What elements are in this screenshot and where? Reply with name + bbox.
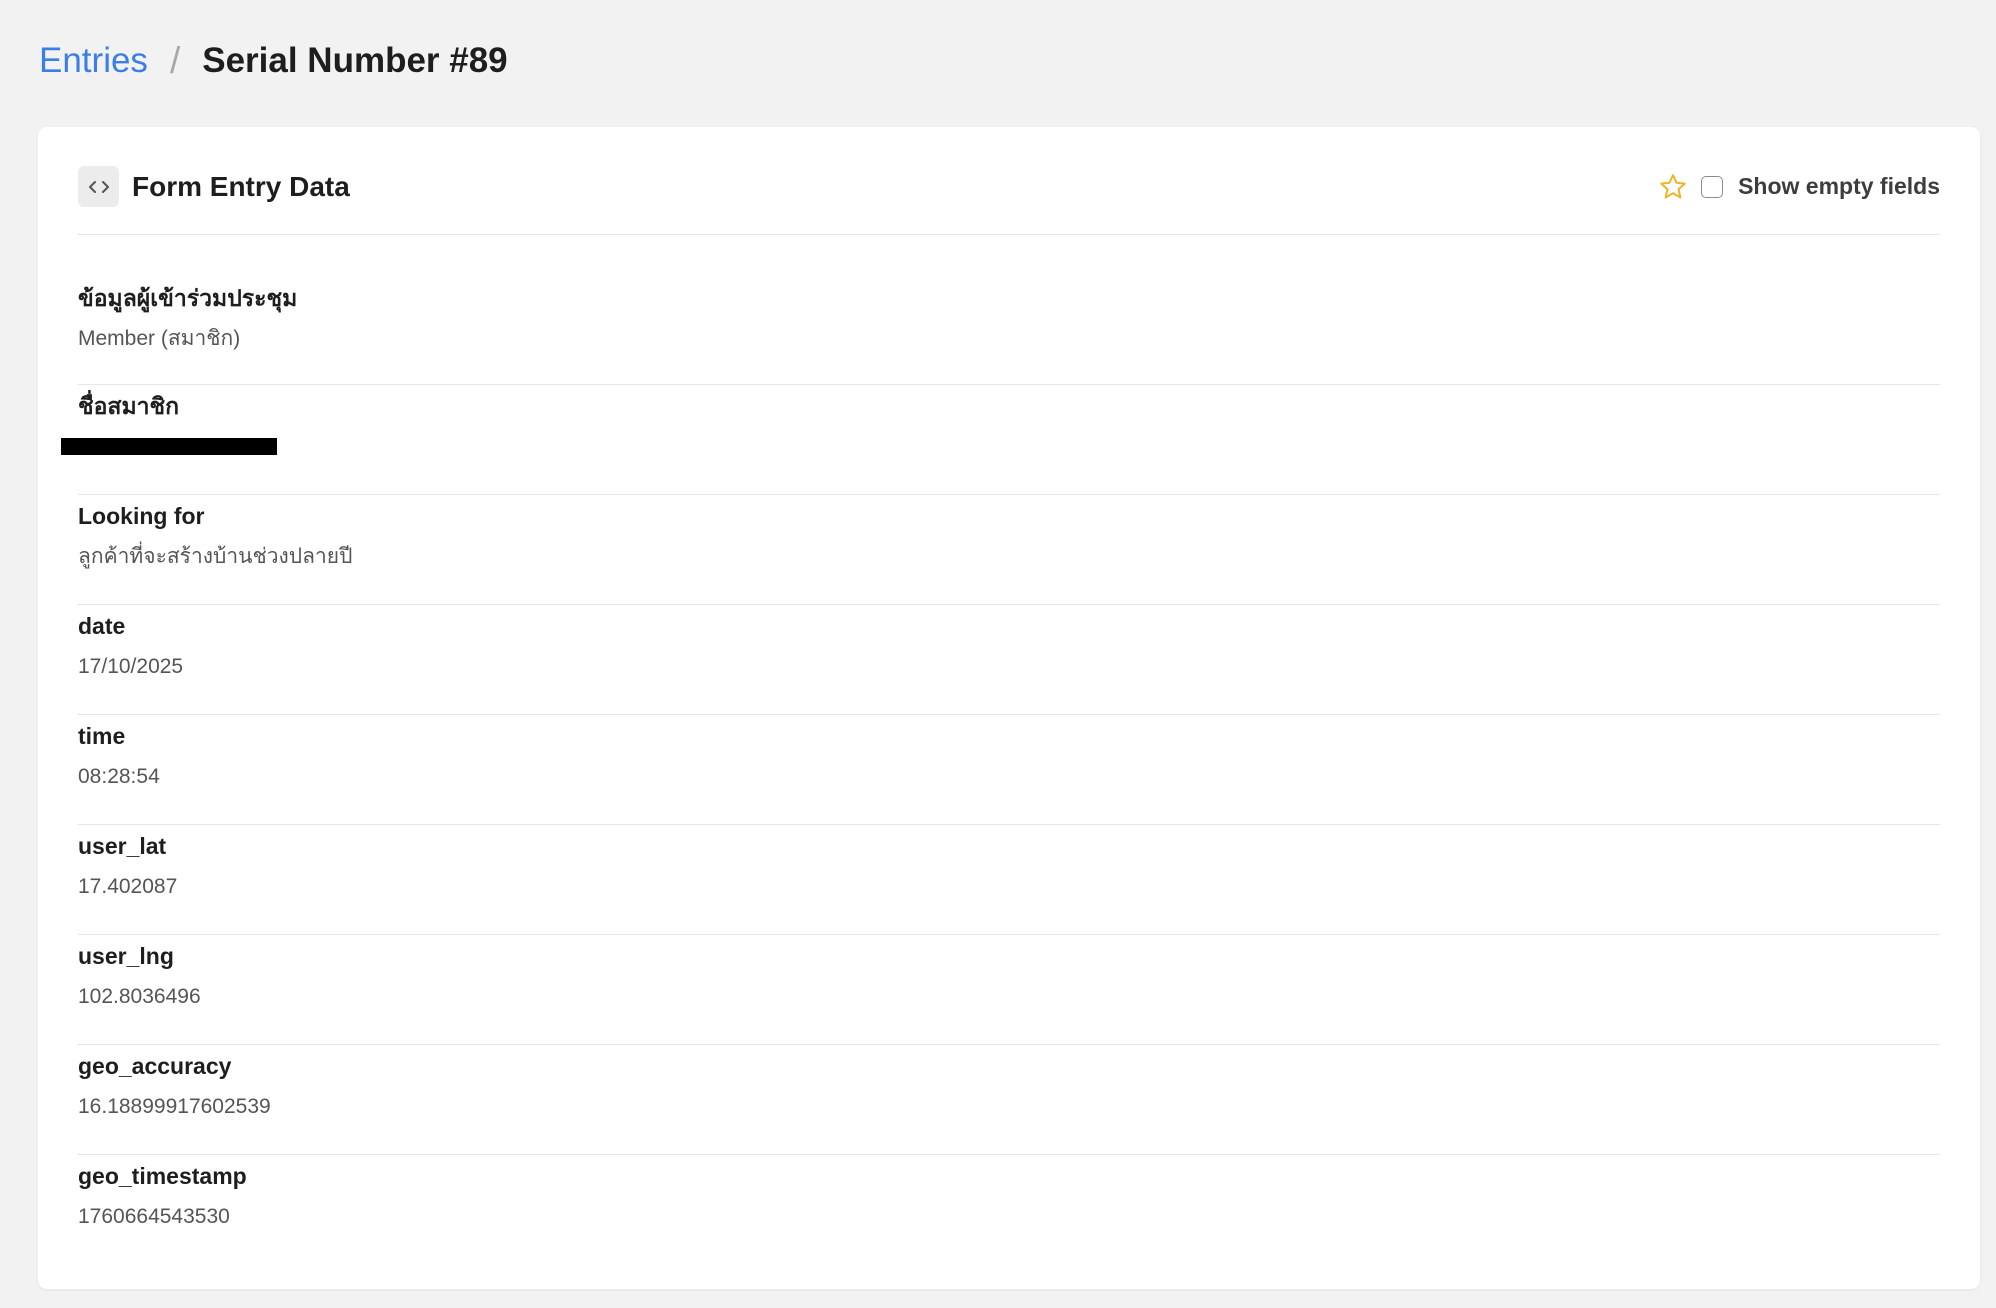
field-label: geo_accuracy	[78, 1053, 232, 1079]
field-row: ข้อมูลผู้เข้าร่วมประชุม Member (สมาชิก)	[78, 277, 1940, 385]
breadcrumb: Entries / Serial Number #89	[39, 38, 508, 84]
field-label: user_lng	[78, 943, 174, 969]
field-row: geo_timestamp 1760664543530	[78, 1155, 1940, 1265]
field-row: geo_accuracy 16.18899917602539	[78, 1045, 1940, 1155]
field-label: date	[78, 613, 126, 639]
field-label: geo_timestamp	[78, 1163, 247, 1189]
field-value: 16.18899917602539	[78, 1095, 271, 1118]
field-row: Looking for ลูกค้าที่จะสร้างบ้านช่วงปลาย…	[78, 495, 1940, 605]
field-value: 08:28:54	[78, 765, 160, 788]
field-value: 102.8036496	[78, 985, 201, 1008]
field-value: 1760664543530	[78, 1205, 230, 1228]
field-value: ลูกค้าที่จะสร้างบ้านช่วงปลายปี	[78, 545, 353, 568]
field-label: time	[78, 723, 126, 749]
field-label: user_lat	[78, 833, 167, 859]
header-actions: Show empty fields	[1657, 166, 1940, 207]
field-row: date 17/10/2025	[78, 605, 1940, 715]
field-row: user_lng 102.8036496	[78, 935, 1940, 1045]
field-list: ข้อมูลผู้เข้าร่วมประชุม Member (สมาชิก) …	[61, 277, 1940, 1265]
field-row: ชื่อสมาชิก	[61, 385, 1940, 495]
field-value: 17/10/2025	[78, 655, 184, 678]
code-view-button[interactable]	[78, 166, 119, 207]
field-label: ข้อมูลผู้เข้าร่วมประชุม	[78, 285, 298, 311]
favorite-button[interactable]	[1657, 171, 1689, 203]
code-icon	[88, 180, 109, 193]
field-value: 17.402087	[78, 875, 178, 898]
breadcrumb-entries-link[interactable]: Entries	[39, 38, 148, 84]
form-entry-card: Form Entry Data Show empty fields ข้อมูล…	[38, 127, 1980, 1289]
redaction-bar	[61, 438, 277, 455]
card-title: Form Entry Data	[132, 171, 350, 202]
field-label: ชื่อสมาชิก	[78, 393, 180, 419]
field-row: user_lat 17.402087	[78, 825, 1940, 935]
field-value: Member (สมาชิก)	[78, 327, 241, 350]
card-header: Form Entry Data Show empty fields	[78, 127, 1940, 235]
star-icon	[1660, 173, 1686, 198]
field-label: Looking for	[78, 503, 205, 529]
breadcrumb-separator: /	[169, 40, 181, 81]
show-empty-fields-checkbox[interactable]	[1701, 175, 1724, 198]
page-title: Serial Number #89	[202, 41, 508, 80]
show-empty-fields-label[interactable]: Show empty fields	[1738, 173, 1940, 200]
field-row: time 08:28:54	[78, 715, 1940, 825]
